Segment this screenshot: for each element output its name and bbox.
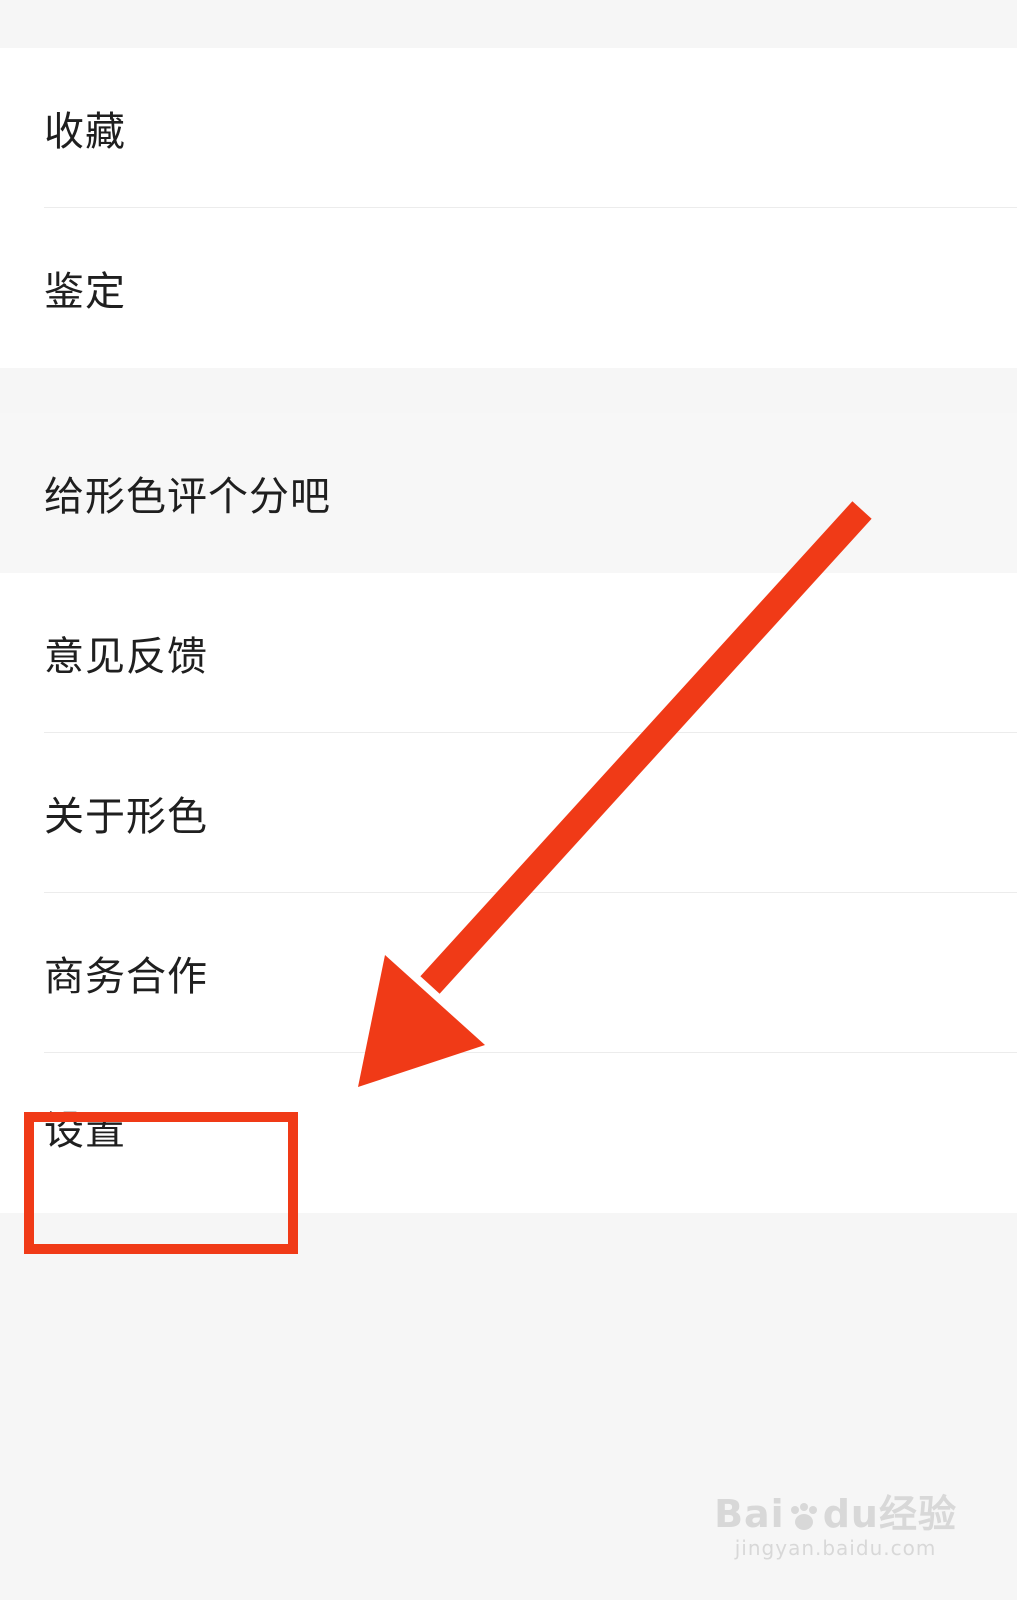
menu-item-label: 设置 xyxy=(44,1108,126,1154)
menu-item-favorites[interactable]: 收藏 xyxy=(0,48,1017,208)
watermark-logo-text: Bai xyxy=(714,1492,785,1537)
watermark-logo-text: 经验 xyxy=(878,1492,957,1537)
menu-item-settings[interactable]: 设置 xyxy=(0,1053,1017,1213)
menu-item-about[interactable]: 关于形色 xyxy=(0,733,1017,893)
menu-item-label: 关于形色 xyxy=(44,794,208,840)
menu-item-identify[interactable]: 鉴定 xyxy=(0,208,1017,368)
menu-item-label: 商务合作 xyxy=(44,954,208,1000)
baidu-jingyan-watermark: Bai du经验 jingyan.baidu.com xyxy=(714,1492,957,1560)
watermark-url: jingyan.baidu.com xyxy=(734,1536,937,1560)
menu-item-label: 收藏 xyxy=(44,109,126,155)
menu-item-feedback[interactable]: 意见反馈 xyxy=(0,573,1017,733)
menu-item-label: 给形色评个分吧 xyxy=(44,474,331,520)
paw-icon xyxy=(790,1502,817,1530)
menu-item-label: 意见反馈 xyxy=(44,634,208,680)
menu-group-bottom: 意见反馈 关于形色 商务合作 设置 xyxy=(0,573,1017,1213)
watermark-logo: Bai du经验 xyxy=(714,1492,957,1537)
menu-item-label: 鉴定 xyxy=(44,269,126,315)
watermark-logo-text: du xyxy=(822,1492,879,1537)
menu-item-business[interactable]: 商务合作 xyxy=(0,893,1017,1053)
menu-group-top: 收藏 鉴定 xyxy=(0,48,1017,368)
menu-item-rate-app[interactable]: 给形色评个分吧 xyxy=(0,413,1017,573)
